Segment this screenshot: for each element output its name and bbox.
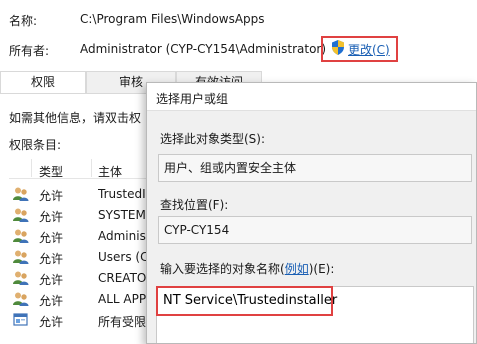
info-text: 如需其他信息，请双击权: [9, 111, 142, 125]
object-names-input[interactable]: NT Service\Trustedinstaller: [156, 286, 337, 316]
shield-icon: [331, 40, 345, 58]
object-type-label: 选择此对象类型(S):: [160, 132, 266, 146]
table-row[interactable]: 允许 所有受限: [9, 310, 159, 331]
row-type: 允许: [39, 294, 64, 308]
table-row[interactable]: 允许 Users (C: [9, 247, 159, 268]
row-type: 允许: [39, 210, 64, 224]
location-field: CYP-CY154: [158, 216, 472, 244]
change-owner-link[interactable]: 更改(C): [321, 36, 398, 62]
users-icon: [13, 228, 29, 244]
users-icon: [13, 270, 29, 286]
dialog-title: 选择用户或组: [156, 92, 229, 106]
select-user-or-group-dialog: 选择用户或组 选择此对象类型(S): 用户、组或内置安全主体 查找位置(F): …: [146, 82, 477, 344]
object-names-label-suffix: )(E):: [308, 262, 335, 276]
object-names-label: 输入要选择的对象名称(例如)(E):: [160, 260, 334, 277]
name-value: C:\Program Files\WindowsApps: [80, 12, 265, 26]
app-icon: [13, 312, 29, 328]
owner-label: 所有者:: [9, 44, 50, 58]
entries-label: 权限条目:: [9, 138, 62, 152]
column-divider[interactable]: [31, 159, 32, 177]
column-principal[interactable]: 主体: [98, 163, 122, 180]
object-names-label-prefix: 输入要选择的对象名称(: [160, 262, 285, 276]
users-icon: [13, 291, 29, 307]
table-row[interactable]: 允许 CREATO: [9, 268, 159, 289]
column-divider[interactable]: [91, 159, 92, 177]
row-type: 允许: [39, 315, 64, 329]
table-row[interactable]: 允许 ALL APPI: [9, 289, 159, 310]
tab-permissions[interactable]: 权限: [0, 71, 86, 94]
row-type: 允许: [39, 273, 64, 287]
list-header: 类型 主体: [9, 157, 159, 179]
dialog-title-bar[interactable]: 选择用户或组: [147, 83, 476, 111]
table-row[interactable]: 允许 SYSTEM: [9, 205, 159, 226]
change-link-label[interactable]: 更改(C): [348, 41, 390, 58]
users-icon: [13, 207, 29, 223]
row-type: 允许: [39, 252, 64, 266]
table-row[interactable]: 允许 TrustedI: [9, 184, 159, 205]
row-type: 允许: [39, 189, 64, 203]
location-label: 查找位置(F):: [160, 198, 229, 212]
users-icon: [13, 249, 29, 265]
name-label: 名称:: [9, 14, 38, 28]
examples-link[interactable]: 例如: [285, 262, 309, 276]
users-icon: [13, 186, 29, 202]
owner-value: Administrator (CYP-CY154\Administrator): [80, 42, 327, 56]
column-type[interactable]: 类型: [39, 163, 63, 180]
table-row[interactable]: 允许 Administ: [9, 226, 159, 247]
permission-entries-list[interactable]: 类型 主体 允许 TrustedI 允许 SYSTEM 允许 Administ …: [9, 157, 159, 344]
object-type-field: 用户、组或内置安全主体: [158, 154, 472, 182]
row-type: 允许: [39, 231, 64, 245]
